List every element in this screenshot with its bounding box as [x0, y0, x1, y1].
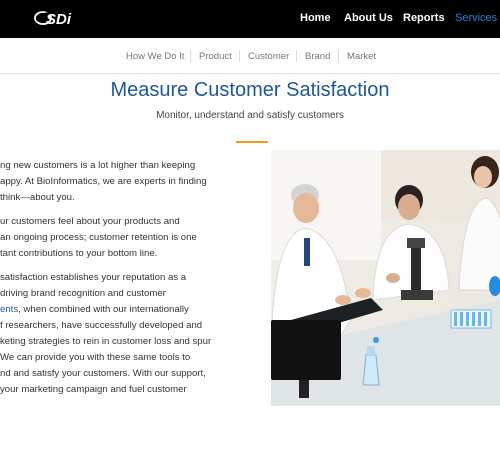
- page-subtitle: Monitor, understand and satisfy customer…: [156, 110, 344, 121]
- lab-researchers-photo: [271, 150, 500, 406]
- subnav-divider: [239, 50, 240, 62]
- text-fragment: , when combined with our internationally: [18, 304, 189, 315]
- subnav-customer[interactable]: Customer: [248, 51, 289, 62]
- subnav-divider: [190, 50, 191, 62]
- text-line: tant contributions to your bottom line.: [0, 248, 158, 259]
- text-line: keting strategies to rein in customer lo…: [0, 336, 212, 347]
- nav-reports[interactable]: Reports: [403, 12, 445, 24]
- page-title: Measure Customer Satisfaction: [110, 79, 390, 101]
- text-line: your marketing campaign and fuel custome…: [0, 384, 187, 395]
- text-line: ng new customers is a lot higher than ke…: [0, 160, 196, 171]
- text-line: driving brand recognition and customer: [0, 288, 166, 299]
- text-line: nd and satisfy your customers. With our …: [0, 368, 206, 379]
- paragraph: ur customers feel about your products an…: [0, 214, 262, 262]
- paragraph: satisfaction establishes your reputation…: [0, 270, 262, 398]
- inline-link[interactable]: ents: [0, 304, 18, 315]
- subnav-how-we-do-it[interactable]: How We Do It: [126, 51, 184, 62]
- accent-divider: [236, 141, 268, 143]
- svg-text:SDi: SDi: [46, 11, 72, 28]
- text-line: appy. At BioInformatics, we are experts …: [0, 176, 207, 187]
- text-line: ur customers feel about your products an…: [0, 216, 180, 227]
- subnav-divider: [296, 50, 297, 62]
- subnav-product[interactable]: Product: [199, 51, 232, 62]
- text-line: f researchers, have successfully develop…: [0, 320, 203, 331]
- text-line: ents, when combined with our internation…: [0, 302, 262, 318]
- text-line: We can provide you with these same tools…: [0, 352, 191, 363]
- nav-home[interactable]: Home: [300, 12, 331, 24]
- nav-services[interactable]: Services: [455, 12, 497, 24]
- subnav-divider: [338, 50, 339, 62]
- text-line: think—about you.: [0, 192, 75, 203]
- text-line: satisfaction establishes your reputation…: [0, 272, 187, 283]
- lab-scene-illustration: [271, 150, 500, 406]
- sdi-logo[interactable]: SDi: [33, 6, 77, 30]
- body-copy: ng new customers is a lot higher than ke…: [0, 158, 262, 406]
- nav-about-us[interactable]: About Us: [344, 12, 393, 24]
- subnav-market[interactable]: Market: [347, 51, 376, 62]
- text-line: an ongoing process; customer retention i…: [0, 232, 197, 243]
- top-navbar: SDi Home About Us Reports Services: [0, 0, 500, 38]
- sub-navigation: How We Do It Product Customer Brand Mark…: [0, 38, 500, 74]
- paragraph: ng new customers is a lot higher than ke…: [0, 158, 262, 206]
- subnav-brand[interactable]: Brand: [305, 51, 330, 62]
